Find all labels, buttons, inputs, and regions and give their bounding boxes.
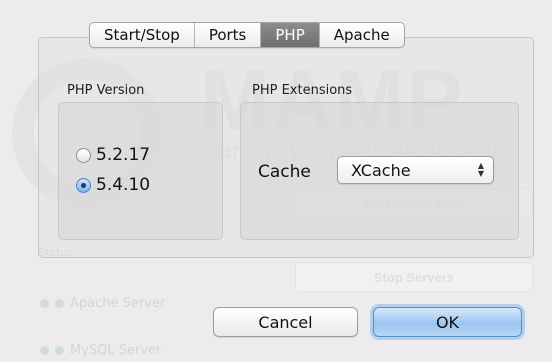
php-version-option-5-4-10[interactable]: 5.4.10 — [76, 175, 150, 195]
background-server-mysql: MySQL Server — [40, 343, 161, 358]
radio-button[interactable] — [76, 147, 91, 163]
ok-button[interactable]: OK — [373, 307, 522, 337]
tab-start-stop[interactable]: Start/Stop — [90, 23, 195, 47]
status-dot-icon — [40, 346, 49, 355]
background-server-label: MySQL Server — [70, 343, 162, 358]
cache-select[interactable]: XCache ▲ ▼ — [337, 156, 494, 184]
cache-select-value: XCache — [351, 160, 411, 180]
php-version-label: 5.4.10 — [96, 175, 151, 195]
status-dot-icon — [40, 299, 49, 308]
tab-ports[interactable]: Ports — [195, 23, 262, 47]
cache-label: Cache — [258, 162, 311, 182]
background-server-label: Apache Server — [70, 296, 166, 311]
status-dot-icon — [55, 299, 64, 308]
background-stop-button: Stop Servers — [295, 262, 533, 292]
tab-apache[interactable]: Apache — [320, 23, 404, 47]
status-dot-icon — [55, 346, 64, 355]
radio-button-selected[interactable] — [76, 177, 91, 193]
tab-bar: Start/Stop Ports PHP Apache — [89, 22, 405, 48]
cancel-button[interactable]: Cancel — [213, 307, 358, 337]
updown-arrows-icon: ▲ ▼ — [477, 161, 484, 178]
background-server-apache: Apache Server — [40, 296, 165, 311]
php-version-title: PHP Version — [67, 83, 145, 98]
php-version-option-5-2-17[interactable]: 5.2.17 — [76, 145, 150, 165]
tab-php[interactable]: PHP — [261, 23, 320, 47]
php-version-group — [58, 102, 223, 240]
php-extensions-title: PHP Extensions — [252, 83, 353, 98]
php-version-label: 5.2.17 — [96, 145, 151, 165]
